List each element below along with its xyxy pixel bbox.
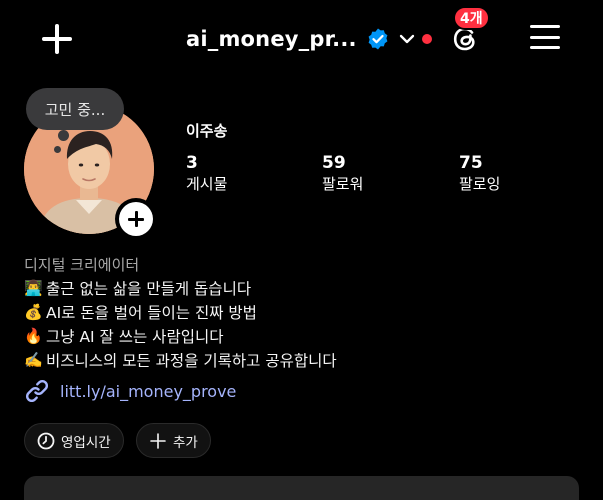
add-button[interactable]: 추가 xyxy=(136,423,211,458)
bio-line: 👨‍💻 출근 없는 삶을 만들게 돕습니다 xyxy=(24,277,251,299)
bio-text: 출근 없는 삶을 만들게 돕습니다 xyxy=(46,280,252,298)
bio-text: 비즈니스의 모든 과정을 기록하고 공유합니다 xyxy=(46,352,337,370)
business-hours-button[interactable]: 영업시간 xyxy=(24,423,124,458)
bio-emoji: ✍️ xyxy=(24,351,43,369)
add-label: 추가 xyxy=(173,434,198,451)
stat-followers[interactable]: 59 팔로워 xyxy=(322,152,363,194)
link-icon xyxy=(25,379,49,403)
threads-badge: 4개 xyxy=(453,6,490,30)
stat-posts-count: 3 xyxy=(186,153,198,173)
username[interactable]: ai_money_pr... xyxy=(186,27,357,51)
note-bubble[interactable]: 고민 중... xyxy=(26,88,124,130)
top-bar: ai_money_pr... 4개 xyxy=(0,0,603,78)
bio-text: AI로 돈을 벌어 들이는 진짜 방법 xyxy=(46,304,257,322)
clock-icon xyxy=(37,432,55,449)
dashboard-card[interactable] xyxy=(24,476,579,500)
create-plus-icon[interactable] xyxy=(40,22,74,56)
stat-following-count: 75 xyxy=(459,153,483,173)
hamburger-menu-icon[interactable] xyxy=(528,22,562,52)
stat-posts[interactable]: 3 게시물 xyxy=(186,152,227,194)
display-name: 이주송 xyxy=(186,122,228,140)
note-bubble-tail xyxy=(58,130,69,141)
stat-followers-count: 59 xyxy=(322,153,346,173)
plus-icon xyxy=(150,432,166,449)
stat-following[interactable]: 75 팔로잉 xyxy=(459,152,500,194)
chevron-down-icon[interactable] xyxy=(398,30,416,48)
bio-line: 🔥 그냥 AI 잘 쓰는 사람입니다 xyxy=(24,325,223,347)
bio-line: 💰 AI로 돈을 벌어 들이는 진짜 방법 xyxy=(24,301,257,323)
bio-text: 그냥 AI 잘 쓰는 사람입니다 xyxy=(46,328,224,346)
profile-link[interactable]: litt.ly/ai_money_prove xyxy=(24,378,236,404)
verified-badge-icon xyxy=(368,28,388,50)
bio-emoji: 🔥 xyxy=(24,327,43,345)
profile-link-text[interactable]: litt.ly/ai_money_prove xyxy=(60,382,236,401)
profile-category: 디지털 크리에이터 xyxy=(24,256,140,274)
notification-dot xyxy=(421,34,432,44)
stat-followers-label: 팔로워 xyxy=(322,175,364,193)
stat-following-label: 팔로잉 xyxy=(459,175,501,193)
account-switcher[interactable]: ai_money_pr... xyxy=(186,22,432,56)
business-hours-label: 영업시간 xyxy=(61,434,111,451)
stat-posts-label: 게시물 xyxy=(186,175,228,193)
note-bubble-tail-small xyxy=(54,146,61,153)
add-story-button[interactable] xyxy=(115,198,157,240)
bio-emoji: 👨‍💻 xyxy=(24,279,43,297)
plus-icon xyxy=(119,202,153,236)
bio-emoji: 💰 xyxy=(24,303,43,321)
bio-line: ✍️ 비즈니스의 모든 과정을 기록하고 공유합니다 xyxy=(24,349,337,371)
